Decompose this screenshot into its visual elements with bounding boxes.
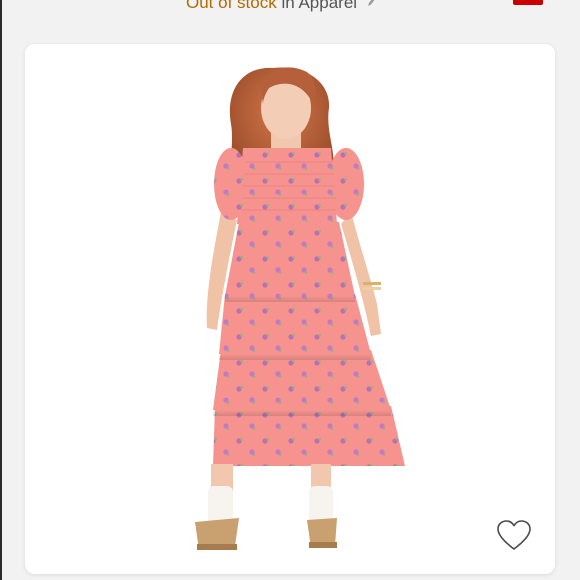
favorite-heart-icon[interactable] [496,519,532,553]
stock-status-line: Out of stock in Apparel [186,0,378,14]
category-link[interactable]: Apparel [298,0,357,12]
pencil-icon[interactable] [366,0,378,14]
stock-status: Out of stock [186,0,277,12]
cart-badge-icon[interactable] [513,0,543,5]
stock-separator: in [281,0,295,12]
window-edge [0,0,2,580]
product-card [25,44,555,574]
page: Out of stock in Apparel [0,0,580,580]
product-image [25,44,555,574]
